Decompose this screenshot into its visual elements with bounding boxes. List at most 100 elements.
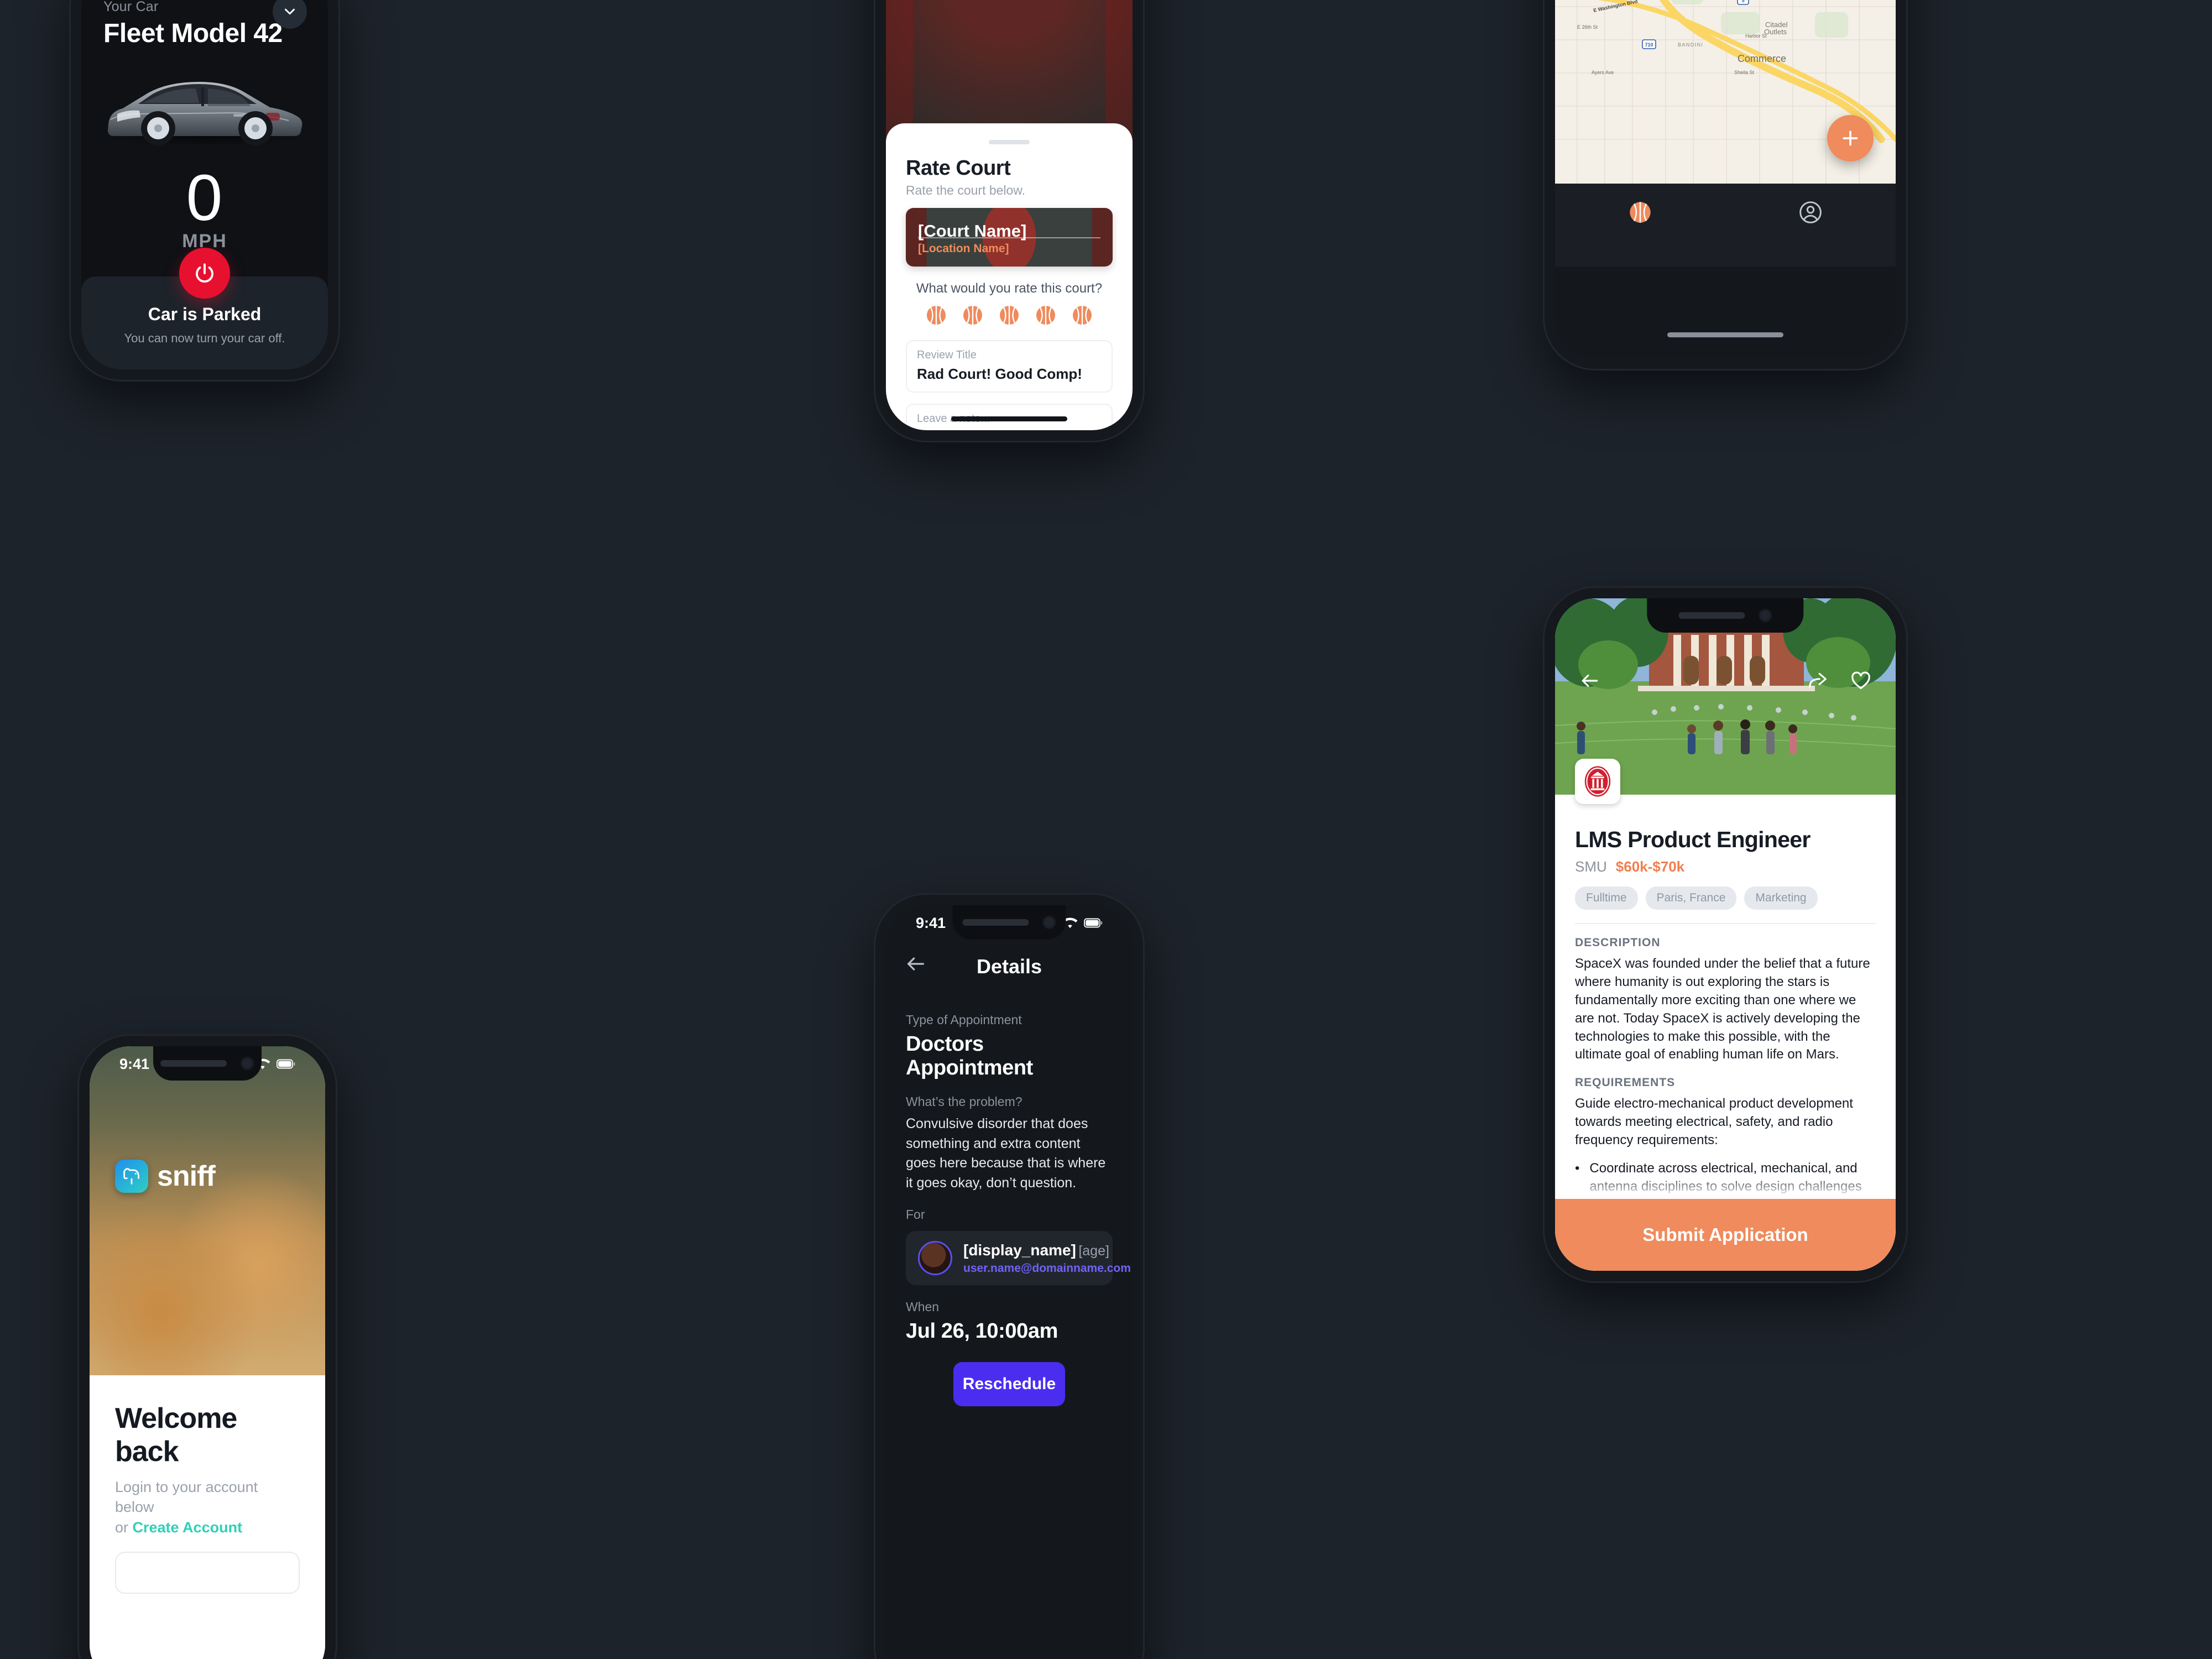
car-header: Your Car Fleet Model 42 [81,0,328,49]
review-title-field[interactable]: Review Title Rad Court! Good Comp! [906,340,1113,393]
battery-icon [1084,918,1103,928]
for-label: For [906,1207,925,1222]
job-hero-right-actions [1807,670,1871,694]
svg-text:Ayers Ave: Ayers Ave [1592,70,1614,75]
page-title: Details [976,955,1042,978]
basketball-icon[interactable] [1071,304,1093,326]
device-notch [153,1046,262,1081]
status-time: 9:41 [119,1055,150,1072]
email-field[interactable] [115,1552,300,1594]
front-camera [1757,608,1772,623]
phone-job-detail: LMS Product Engineer SMU $60k-$70k Fullt… [1543,586,1908,1283]
court-preview-card[interactable]: [Court Name] [Location Name] [906,208,1113,267]
earpiece-speaker [160,1060,227,1067]
job-tag-chips: Fulltime Paris, France Marketing [1575,886,1876,910]
rate-court-screen: Rate Court Rate the court below. [Court … [886,0,1133,430]
basketball-icon[interactable] [1035,304,1057,326]
device-notch [952,905,1066,940]
rating-ball-2[interactable] [962,304,984,329]
create-account-link[interactable]: Create Account [133,1519,243,1536]
rating-ball-5[interactable] [1071,304,1093,329]
basketball-icon[interactable] [962,304,984,326]
phone-rate-court: Rate Court Rate the court below. [Court … [874,0,1145,442]
job-org: SMU [1575,858,1607,875]
rate-court-sheet: Rate Court Rate the court below. [Court … [886,123,1133,430]
requirements-heading: REQUIREMENTS [1575,1076,1676,1089]
map-screen: CalvaryCemetery E 4th St E 6th St E 6th … [1555,0,1896,358]
sniff-wordmark: sniff [157,1160,216,1192]
power-icon[interactable] [179,248,230,299]
description-heading: DESCRIPTION [1575,936,1661,949]
when-value: Jul 26, 10:00am [906,1319,1058,1343]
avatar [918,1241,952,1275]
problem-value: Convulsive disorder that does something … [906,1116,1106,1191]
svg-text:5: 5 [1741,0,1744,3]
speedometer: 0 MPH [81,161,328,252]
route-shield-710-lower: 710 [1642,39,1656,49]
rate-court-subtitle: Rate the court below. [906,183,1026,197]
person-info: [display_name] [age] user.name@domainnam… [963,1241,1131,1275]
basketball-icon[interactable] [998,304,1020,326]
svg-text:710: 710 [1645,42,1653,48]
person-name-row: [display_name] [age] [963,1241,1131,1259]
review-note-value: This is really an awesome court, wow I t… [917,429,1102,430]
basketball-icon[interactable] [925,304,947,326]
front-camera [239,1056,254,1071]
review-title-value: Rad Court! Good Comp! [917,366,1082,382]
rating-ball-1[interactable] [925,304,947,329]
account-circle-icon [1799,201,1822,223]
sniff-subtext: Login to your account below or Create Ac… [115,1477,300,1537]
svg-text:E 26th St: E 26th St [1577,24,1598,30]
rating-ball-3[interactable] [998,304,1020,329]
person-age: [age] [1078,1243,1109,1259]
job-chip-3[interactable]: Marketing [1744,886,1818,910]
sniff-screen: 9:41 sniff Welcome back Login to your ac… [90,1046,325,1659]
submit-application-button[interactable]: Submit Application [1555,1199,1896,1271]
job-hero-actions [1555,670,1896,694]
home-indicator [951,416,1067,421]
review-title-label: Review Title [917,349,977,361]
phone-sniff-login: 9:41 sniff Welcome back Login to your ac… [77,1034,337,1659]
sniff-sub-prefix: Login to your account below [115,1479,258,1516]
mockup-canvas: Your Car Fleet Model 42 0 MPH Car is Par… [0,0,2212,1659]
sniff-heading: Welcome back [115,1402,237,1468]
rating-ball-4[interactable] [1035,304,1057,329]
share-icon[interactable] [1807,670,1828,694]
job-chip-1[interactable]: Fulltime [1575,886,1638,910]
sheet-grabber[interactable] [989,140,1030,144]
earpiece-speaker [962,919,1029,926]
description-text: SpaceX was founded under the belief that… [1575,956,1870,1062]
tab-courts[interactable] [1555,200,1725,225]
svg-text:Commerce: Commerce [1738,53,1786,64]
svg-text:Outlets: Outlets [1764,28,1787,36]
speed-value: 0 [186,161,223,234]
arrow-left-icon[interactable] [905,953,927,978]
person-card[interactable]: [display_name] [age] user.name@domainnam… [906,1231,1131,1285]
svg-text:BANDINI: BANDINI [1678,42,1703,48]
car-image [81,50,328,166]
appointment-type-label: Type of Appointment [906,1013,1022,1027]
details-body: Type of Appointment Doctors Appointment … [886,985,1133,1406]
appointment-type-value: Doctors Appointment [906,1032,1033,1079]
job-chip-2[interactable]: Paris, France [1645,886,1737,910]
arrow-left-icon[interactable] [1579,670,1600,694]
requirements-intro: Guide electro-mechanical product develop… [1575,1096,1853,1147]
map-canvas[interactable]: CalvaryCemetery E 4th St E 6th St E 6th … [1555,0,1896,184]
parked-title: Car is Parked [148,304,262,324]
tab-profile[interactable] [1725,200,1896,225]
court-location: [Location Name] [918,242,1009,255]
phone-car-dashboard: Your Car Fleet Model 42 0 MPH Car is Par… [69,0,340,382]
heart-icon[interactable] [1850,670,1871,694]
problem-label: What’s the problem? [906,1094,1022,1109]
car-screen: Your Car Fleet Model 42 0 MPH Car is Par… [81,0,328,369]
divider [1575,923,1876,924]
sniff-hero-photo [90,1046,325,1400]
phone-appointment-details: 9:41 Details Type of Appointment Doctors… [874,893,1145,1659]
reschedule-button[interactable]: Reschedule [953,1362,1065,1406]
person-name: [display_name] [963,1241,1076,1259]
svg-text:Sheila St: Sheila St [1734,70,1755,75]
rate-court-title: Rate Court [906,156,1011,180]
sniff-login-card: Welcome back Login to your account below… [90,1375,325,1659]
add-court-button[interactable] [1827,115,1874,161]
rating-control[interactable] [906,304,1113,329]
